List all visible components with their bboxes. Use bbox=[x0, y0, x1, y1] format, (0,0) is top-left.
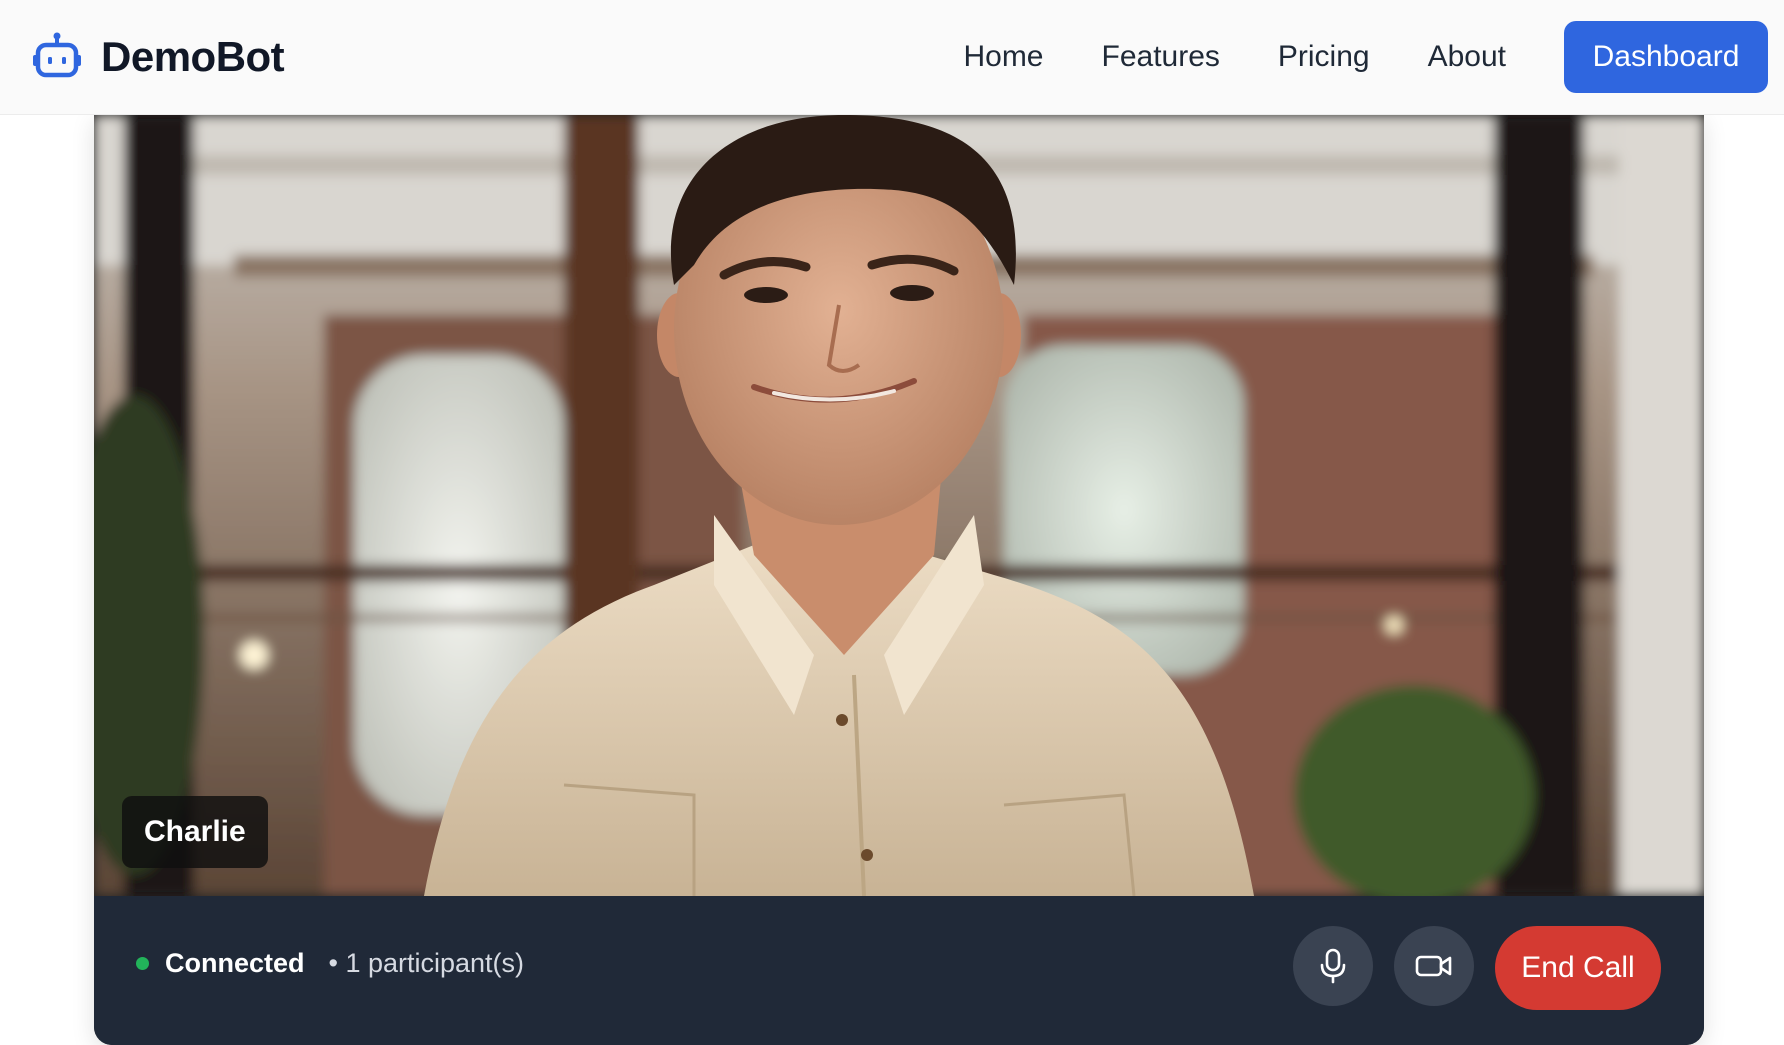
nav-link-home[interactable]: Home bbox=[963, 40, 1043, 74]
participant-name-tag: Charlie bbox=[122, 796, 268, 868]
toggle-camera-button[interactable] bbox=[1394, 926, 1474, 1006]
nav-link-about[interactable]: About bbox=[1428, 40, 1506, 74]
connection-status: Connected • 1 participant(s) bbox=[136, 896, 524, 1031]
main-nav: Home Features Pricing About Dashboard bbox=[963, 0, 1784, 114]
video-call-panel: Charlie Connected • 1 participant(s) End… bbox=[94, 115, 1704, 1045]
top-navbar: DemoBot Home Features Pricing About Dash… bbox=[0, 0, 1784, 115]
status-dot-icon bbox=[136, 957, 149, 970]
microphone-icon bbox=[1320, 948, 1346, 984]
robot-icon bbox=[33, 32, 81, 78]
participant-count: • 1 participant(s) bbox=[328, 948, 525, 978]
status-label: Connected bbox=[165, 948, 305, 978]
participant-video: Charlie bbox=[94, 115, 1704, 896]
brand-name: DemoBot bbox=[101, 33, 285, 80]
end-call-button[interactable]: End Call bbox=[1495, 926, 1661, 1010]
video-camera-icon bbox=[1415, 955, 1452, 977]
dashboard-button[interactable]: Dashboard bbox=[1564, 21, 1768, 93]
video-frame-image bbox=[94, 115, 1704, 896]
brand[interactable]: DemoBot bbox=[31, 31, 285, 83]
call-control-bar: Connected • 1 participant(s) End Call bbox=[94, 896, 1704, 1045]
nav-link-features[interactable]: Features bbox=[1102, 40, 1220, 74]
nav-link-pricing[interactable]: Pricing bbox=[1278, 40, 1370, 74]
mute-microphone-button[interactable] bbox=[1293, 926, 1373, 1006]
